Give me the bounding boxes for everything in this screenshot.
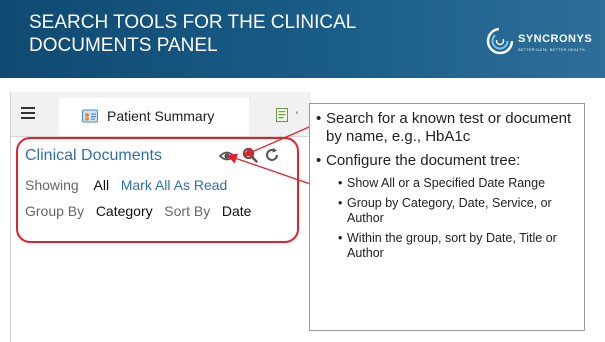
slide-title: SEARCH TOOLS FOR THE CLINICAL DOCUMENTS … — [29, 12, 356, 56]
callout-sub-text: Within the group, sort by Date, Title or… — [347, 231, 557, 260]
callout-sub-text: Show All or a Specified Date Range — [347, 176, 546, 190]
hamburger-icon[interactable] — [21, 107, 35, 119]
slide: SEARCH TOOLS FOR THE CLINICAL DOCUMENTS … — [0, 0, 605, 342]
swirl-logo-icon — [486, 27, 514, 55]
syncronys-logo: SYNCRONYS BETTER DATA. BETTER HEALTH. — [485, 26, 593, 58]
callout-bullet: • Configure the document tree: — [316, 152, 521, 169]
callout-bullet: • Search for a known test or document by … — [316, 110, 572, 145]
document-list-icon[interactable] — [276, 108, 288, 122]
brand-name: SYNCRONYS — [518, 33, 593, 45]
tab-label: Patient Summary — [107, 108, 215, 124]
callout-box: • Search for a known test or document by … — [309, 103, 585, 331]
callout-sub-text: Group by Category, Date, Service, or Aut… — [347, 196, 552, 225]
tab-bar: Patient Summary ' — [11, 92, 311, 137]
callout-sub-bullet: • Show All or a Specified Date Range — [338, 176, 546, 190]
callout-sub-bullet: • Within the group, sort by Date, Title o… — [338, 231, 557, 260]
patient-card-icon — [82, 109, 98, 123]
highlight-box — [16, 137, 299, 243]
tab-patient-summary[interactable]: Patient Summary — [59, 98, 249, 136]
callout-bullet-text: Configure the document tree: — [326, 152, 521, 169]
brand-tagline: BETTER DATA. BETTER HEALTH. — [518, 47, 587, 52]
tab-second-fragment: ' — [296, 110, 299, 122]
callout-bullet-text: Search for a known test or document by n… — [326, 110, 572, 145]
callout-sub-bullet: • Group by Category, Date, Service, or Au… — [338, 196, 552, 225]
slide-header: SEARCH TOOLS FOR THE CLINICAL DOCUMENTS … — [0, 0, 605, 78]
